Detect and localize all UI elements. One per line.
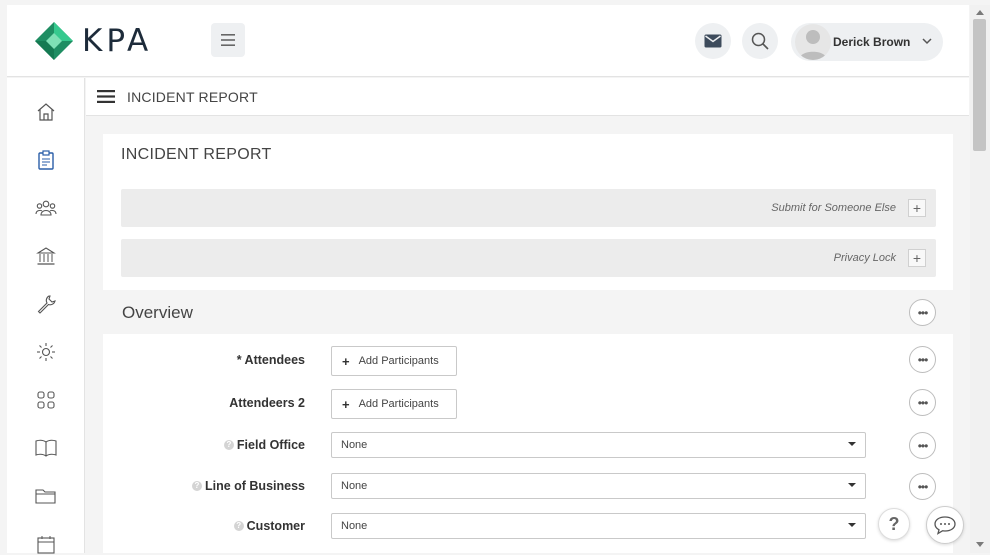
plus-icon: + bbox=[342, 353, 350, 369]
customer-label: ? Customer bbox=[233, 519, 305, 533]
nav-safety[interactable] bbox=[35, 341, 57, 363]
mail-icon bbox=[704, 34, 722, 48]
dropdown-arrow-icon bbox=[848, 442, 856, 446]
section-title: Overview bbox=[122, 303, 193, 322]
overview-section-header: Overview ••• bbox=[103, 290, 953, 334]
hamburger-icon bbox=[221, 34, 235, 46]
users-icon bbox=[35, 200, 57, 216]
user-name: Derick Brown bbox=[833, 35, 911, 49]
customer-value: None bbox=[341, 520, 368, 532]
incident-report-form: INCIDENT REPORT Submit for Someone Else … bbox=[103, 134, 953, 553]
search-icon bbox=[751, 32, 769, 50]
kpa-logo[interactable]: KPA bbox=[34, 19, 194, 63]
help-button[interactable]: ? bbox=[878, 508, 910, 540]
nav-forms[interactable] bbox=[35, 149, 57, 171]
help-icon[interactable]: ? bbox=[223, 440, 234, 450]
grid-icon bbox=[37, 391, 55, 409]
chevron-down-icon bbox=[922, 38, 932, 45]
avatar bbox=[795, 24, 831, 60]
nav-library[interactable] bbox=[35, 437, 57, 459]
line-of-business-label-text: Line of Business bbox=[204, 479, 305, 493]
field-office-more-button[interactable]: ••• bbox=[909, 432, 936, 459]
add-participants-2-button[interactable]: + Add Participants bbox=[331, 389, 457, 419]
help-icon[interactable]: ? bbox=[191, 481, 202, 491]
bank-icon bbox=[36, 247, 56, 265]
add-participants-label: Add Participants bbox=[358, 398, 439, 410]
clipboard-icon bbox=[38, 150, 54, 170]
left-sidebar bbox=[7, 78, 85, 555]
overview-more-button[interactable]: ••• bbox=[909, 299, 936, 326]
home-icon bbox=[37, 103, 55, 121]
line-of-business-label: ? Line of Business bbox=[191, 479, 305, 493]
search-button[interactable] bbox=[742, 23, 778, 59]
nav-home[interactable] bbox=[35, 101, 57, 123]
dropdown-arrow-icon bbox=[848, 523, 856, 527]
line-of-business-more-button[interactable]: ••• bbox=[909, 473, 936, 500]
scroll-down-icon[interactable] bbox=[976, 542, 984, 547]
user-silhouette-icon bbox=[799, 30, 827, 60]
breadcrumb: INCIDENT REPORT bbox=[86, 78, 969, 116]
app-frame: KPA Derick Brown INCIDENT REPORT INCIDEN… bbox=[0, 0, 990, 555]
scroll-up-icon[interactable] bbox=[976, 10, 984, 15]
page-scrollbar[interactable] bbox=[970, 5, 990, 553]
top-header: KPA Derick Brown bbox=[7, 5, 969, 77]
scroll-thumb[interactable] bbox=[973, 19, 986, 151]
submit-for-someone-else-label: Submit for Someone Else bbox=[771, 202, 896, 214]
nav-documents[interactable] bbox=[35, 485, 57, 507]
sun-icon bbox=[37, 343, 55, 361]
page-title: INCIDENT REPORT bbox=[127, 88, 258, 105]
kpa-diamond-icon bbox=[35, 22, 73, 60]
attendeers-2-more-button[interactable]: ••• bbox=[909, 389, 936, 416]
line-of-business-select[interactable]: None bbox=[331, 473, 866, 499]
folder-icon bbox=[35, 489, 56, 504]
nav-tools[interactable] bbox=[35, 293, 57, 315]
nav-calendar[interactable] bbox=[35, 533, 57, 555]
attendees-more-button[interactable]: ••• bbox=[909, 346, 936, 373]
plus-icon: + bbox=[342, 396, 350, 412]
customer-select[interactable]: None bbox=[331, 513, 866, 539]
field-office-value: None bbox=[341, 439, 368, 451]
form-title: INCIDENT REPORT bbox=[121, 146, 272, 163]
calendar-icon bbox=[37, 536, 55, 554]
field-office-select[interactable]: None bbox=[331, 432, 866, 458]
wrench-icon bbox=[37, 295, 56, 314]
expand-privacy-lock-button[interactable]: + bbox=[908, 249, 926, 267]
book-icon bbox=[35, 439, 57, 457]
field-office-label: ? Field Office bbox=[223, 438, 305, 452]
privacy-lock-panel[interactable]: Privacy Lock + bbox=[121, 239, 936, 277]
customer-label-text: Customer bbox=[246, 519, 305, 533]
expand-submit-for-someone-else-button[interactable]: + bbox=[908, 199, 926, 217]
user-menu[interactable]: Derick Brown bbox=[791, 23, 943, 61]
line-of-business-value: None bbox=[341, 480, 368, 492]
add-participants-button[interactable]: + Add Participants bbox=[331, 346, 457, 376]
field-office-label-text: Field Office bbox=[236, 438, 305, 452]
nav-organization[interactable] bbox=[35, 245, 57, 267]
nav-apps[interactable] bbox=[35, 389, 57, 411]
attendeers-2-label: Attendeers 2 bbox=[229, 396, 305, 410]
attendees-label: * Attendees bbox=[236, 353, 305, 367]
submit-for-someone-else-panel[interactable]: Submit for Someone Else + bbox=[121, 189, 936, 227]
messages-button[interactable] bbox=[695, 23, 731, 59]
brand-name: KPA bbox=[82, 23, 153, 59]
nav-people[interactable] bbox=[35, 197, 57, 219]
help-icon[interactable]: ? bbox=[233, 521, 244, 531]
privacy-lock-label: Privacy Lock bbox=[833, 252, 896, 264]
chat-bubble-icon bbox=[934, 516, 956, 535]
dropdown-arrow-icon bbox=[848, 483, 856, 487]
add-participants-label: Add Participants bbox=[358, 355, 439, 367]
menu-toggle-button[interactable] bbox=[211, 23, 245, 57]
hamburger-icon[interactable] bbox=[97, 89, 115, 104]
chat-button[interactable] bbox=[926, 506, 964, 544]
